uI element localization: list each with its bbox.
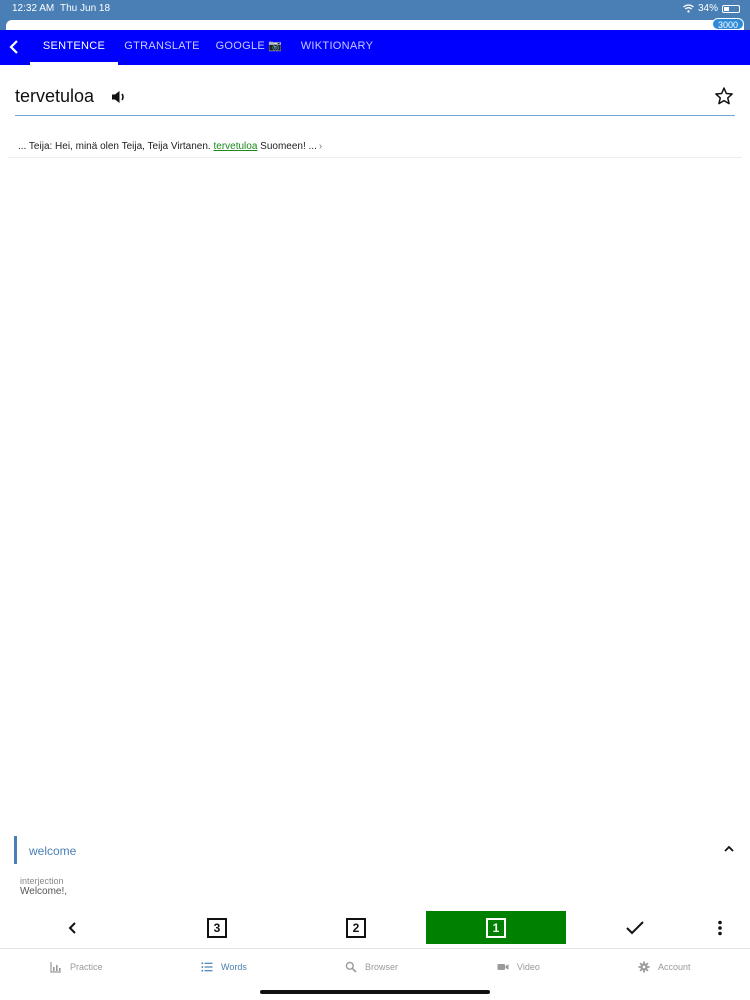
list-icon — [201, 962, 213, 972]
video-camera-icon — [497, 964, 509, 970]
back-arrow-icon[interactable] — [6, 38, 24, 56]
rating-button-2[interactable]: 2 — [286, 911, 426, 944]
tab-bar: SENTENCE GTRANSLATE GOOGLE 📷 WIKTIONARY — [0, 30, 750, 65]
nav-account[interactable]: Account — [638, 958, 691, 976]
status-time: 12:32 AM — [12, 3, 55, 14]
nav-practice[interactable]: Practice — [50, 958, 103, 976]
sentence-divider — [8, 157, 742, 158]
battery-icon — [722, 4, 740, 13]
url-strip: 3000 — [0, 18, 750, 30]
nav-video-label: Video — [517, 962, 540, 972]
rating-2-label: 2 — [346, 917, 366, 938]
nav-words[interactable]: Words — [201, 958, 247, 976]
status-right: 34% — [683, 3, 740, 14]
rating-toolbar: 3 2 1 — [0, 911, 750, 945]
rating-button-1[interactable]: 1 — [426, 911, 566, 944]
search-icon — [345, 961, 357, 973]
nav-browser[interactable]: Browser — [345, 958, 398, 976]
sentence-suffix: Suomeen! ... — [257, 141, 317, 152]
word-count-badge: 3000 — [711, 18, 744, 30]
mark-known-button[interactable] — [565, 911, 705, 944]
rating-3-label: 3 — [207, 917, 227, 938]
nav-words-label: Words — [221, 962, 247, 972]
tab-sentence[interactable]: SENTENCE — [30, 30, 118, 65]
home-indicator — [260, 990, 490, 994]
star-icon[interactable] — [714, 86, 734, 106]
chevron-up-icon[interactable] — [722, 842, 736, 856]
battery-percent: 34% — [697, 3, 718, 14]
rating-button-3[interactable]: 3 — [147, 911, 287, 944]
sentence-highlight-word[interactable]: tervetuloa — [213, 141, 257, 152]
more-vertical-icon — [718, 920, 722, 935]
translation-accent-bar — [14, 836, 17, 864]
gear-icon — [638, 961, 650, 973]
rating-1-label: 1 — [486, 917, 506, 938]
nav-divider — [0, 948, 750, 949]
tab-google[interactable]: GOOGLE 📷 — [210, 30, 288, 65]
nav-video[interactable]: Video — [497, 958, 540, 976]
tab-wiktionary[interactable]: WIKTIONARY — [296, 30, 378, 65]
translation-text[interactable]: welcome — [29, 844, 76, 858]
chevron-right-icon: › — [318, 141, 323, 152]
bar-chart-icon — [50, 962, 61, 973]
sentence-row[interactable]: ... Teija: Hei, minä olen Teija, Teija V… — [18, 141, 322, 152]
tab-gtranslate[interactable]: GTRANSLATE — [120, 30, 204, 65]
nav-browser-label: Browser — [365, 962, 399, 972]
definition: Welcome!, — [20, 886, 68, 897]
nav-account-label: Account — [658, 962, 691, 972]
url-pill — [6, 20, 744, 30]
chevron-left-icon — [68, 921, 76, 934]
more-button[interactable] — [690, 911, 750, 944]
previous-button[interactable] — [3, 911, 143, 944]
nav-practice-label: Practice — [70, 962, 103, 972]
part-of-speech: interjection — [20, 876, 64, 886]
word-title: tervetuloa — [15, 86, 95, 106]
checkmark-icon — [626, 920, 644, 934]
sentence-prefix: ... Teija: Hei, minä olen Teija, Teija V… — [18, 141, 214, 152]
status-bar: 12:32 AM Thu Jun 18 34% — [0, 0, 750, 18]
speaker-icon[interactable] — [111, 89, 127, 105]
wifi-icon — [683, 4, 694, 13]
status-date: Thu Jun 18 — [60, 3, 111, 14]
word-underline — [15, 115, 735, 116]
